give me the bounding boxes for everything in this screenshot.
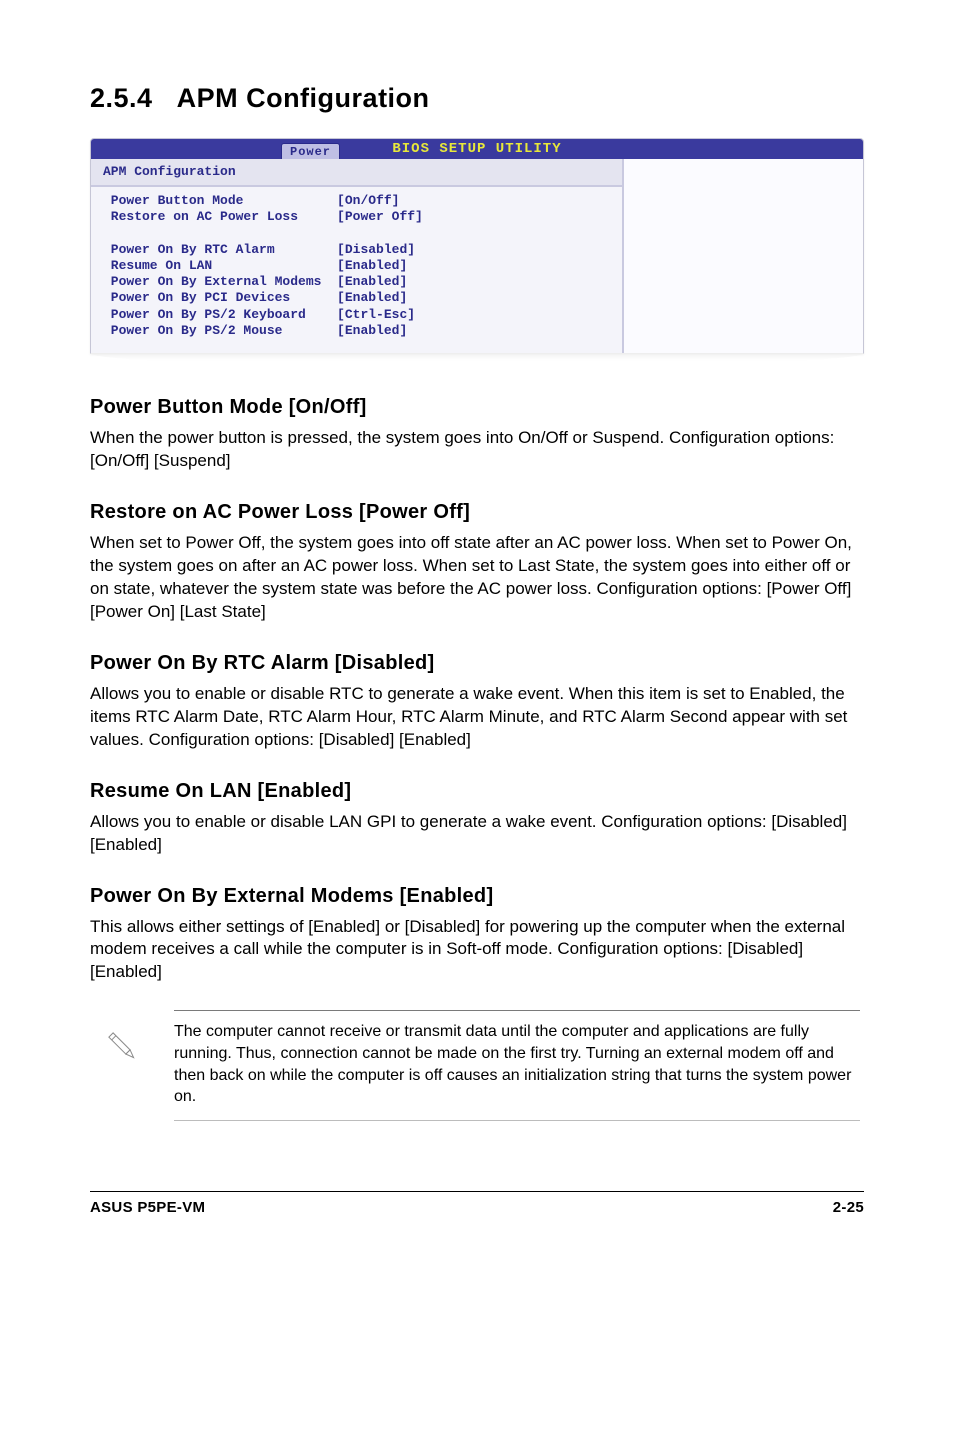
heading-restore-ac: Restore on AC Power Loss [Power Off]: [90, 499, 864, 526]
page-footer: ASUS P5PE-VM 2-25: [90, 1191, 864, 1218]
footer-right: 2-25: [833, 1198, 864, 1218]
section-heading: 2.5.4 APM Configuration: [90, 80, 864, 116]
note-text: The computer cannot receive or transmit …: [174, 1010, 860, 1120]
heading-external-modems: Power On By External Modems [Enabled]: [90, 883, 864, 910]
bios-title-text: BIOS SETUP UTILITY: [392, 141, 561, 157]
body-rtc-alarm: Allows you to enable or disable RTC to g…: [90, 683, 864, 752]
body-external-modems: This allows either settings of [Enabled]…: [90, 916, 864, 985]
pencil-icon: [94, 1010, 152, 1068]
bios-panel-title: APM Configuration: [91, 159, 622, 187]
footer-left: ASUS P5PE-VM: [90, 1198, 205, 1218]
heading-resume-lan: Resume On LAN [Enabled]: [90, 778, 864, 805]
bios-help-panel: [624, 159, 863, 353]
bios-active-tab: Power: [281, 143, 340, 159]
body-resume-lan: Allows you to enable or disable LAN GPI …: [90, 811, 864, 857]
body-power-button-mode: When the power button is pressed, the sy…: [90, 427, 864, 473]
bios-page-curl: [90, 353, 864, 367]
heading-power-button-mode: Power Button Mode [On/Off]: [90, 394, 864, 421]
note-block: The computer cannot receive or transmit …: [90, 1010, 864, 1120]
section-title: APM Configuration: [177, 83, 430, 113]
bios-settings-list: Power Button Mode [On/Off] Restore on AC…: [91, 187, 622, 353]
bios-screenshot: BIOS SETUP UTILITY Power APM Configurati…: [90, 138, 864, 368]
body-restore-ac: When set to Power Off, the system goes i…: [90, 532, 864, 624]
bios-title-bar: BIOS SETUP UTILITY Power: [91, 139, 863, 159]
heading-rtc-alarm: Power On By RTC Alarm [Disabled]: [90, 650, 864, 677]
section-number: 2.5.4: [90, 83, 153, 113]
